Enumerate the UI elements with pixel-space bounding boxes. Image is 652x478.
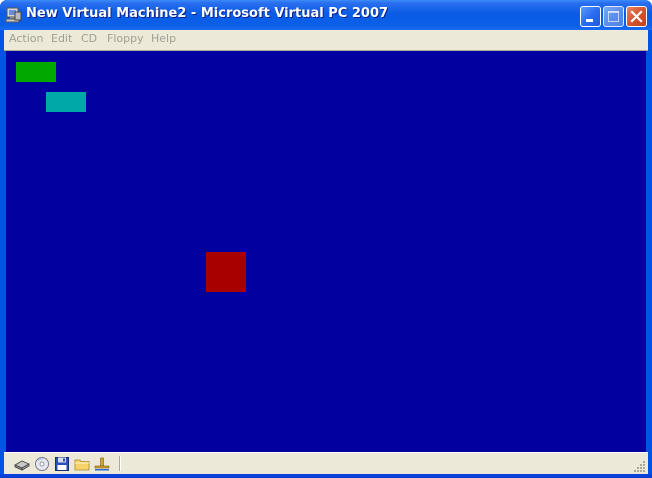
minimize-button[interactable] — [580, 6, 601, 27]
status-bar — [4, 452, 648, 474]
menu-bar: Action Edit CD Floppy Help — [4, 30, 648, 49]
close-icon — [630, 10, 643, 23]
title-bar[interactable]: New Virtual Machine2 - Microsoft Virtual… — [0, 0, 652, 30]
cd-drive-icon[interactable] — [34, 456, 50, 472]
maximize-icon — [608, 11, 619, 22]
shared-folder-icon[interactable] — [74, 456, 90, 472]
network-icon[interactable] — [94, 456, 110, 472]
minimize-icon — [586, 19, 593, 22]
virtual-pc-window: New Virtual Machine2 - Microsoft Virtual… — [0, 0, 652, 478]
menu-floppy[interactable]: Floppy — [107, 32, 144, 45]
virtual-pc-icon — [5, 7, 22, 23]
screen-block-green — [16, 62, 56, 82]
menu-action[interactable]: Action — [9, 32, 43, 45]
status-divider — [119, 456, 121, 471]
vm-display[interactable] — [6, 51, 646, 452]
maximize-button[interactable] — [603, 6, 624, 27]
menu-help[interactable]: Help — [151, 32, 176, 45]
floppy-disk-icon[interactable] — [54, 456, 70, 472]
window-title: New Virtual Machine2 - Microsoft Virtual… — [26, 6, 389, 21]
screen-block-cyan — [46, 92, 86, 112]
screen-block-red — [206, 252, 246, 292]
window-frame-bottom — [0, 474, 652, 478]
close-button[interactable] — [626, 6, 647, 27]
resize-grip-icon[interactable] — [634, 460, 646, 472]
hard-disk-icon[interactable] — [14, 456, 30, 472]
menu-cd[interactable]: CD — [81, 32, 97, 45]
menu-edit[interactable]: Edit — [51, 32, 72, 45]
